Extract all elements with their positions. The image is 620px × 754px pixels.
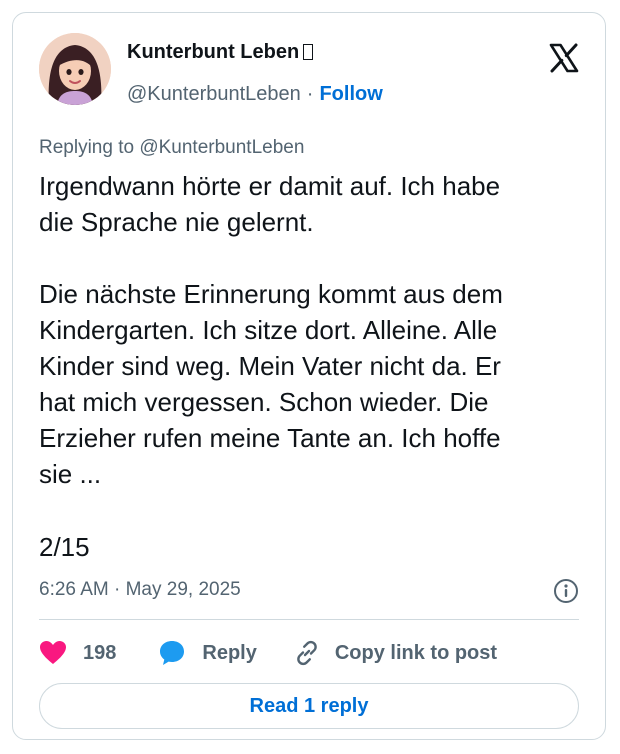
- heart-icon: [40, 641, 66, 664]
- like-button[interactable]: 198: [39, 640, 116, 666]
- like-count: 198: [83, 641, 117, 664]
- x-logo-icon[interactable]: [549, 43, 579, 73]
- link-icon: [297, 640, 317, 666]
- avatar-illustration: [39, 33, 111, 105]
- handle-separator: ·: [306, 83, 314, 105]
- tweet-text: Irgendwann hörte er damit auf. Ich habe …: [39, 171, 503, 489]
- reply-button[interactable]: Reply: [158, 639, 257, 667]
- divider: [39, 619, 579, 620]
- name-emoji-icon: [303, 44, 314, 60]
- copy-link-button[interactable]: Copy link to post: [293, 639, 497, 667]
- avatar[interactable]: [39, 33, 111, 105]
- handle[interactable]: @KunterbuntLeben: [127, 83, 301, 105]
- reply-bubble-icon: [160, 641, 185, 665]
- read-replies-button[interactable]: Read 1 reply: [39, 683, 579, 729]
- tweet-date: May 29, 2025: [125, 579, 241, 600]
- tweet-card: Kunterbunt Leben @KunterbuntLeben · Follow…: [12, 12, 606, 740]
- replying-to[interactable]: Replying to @KunterbuntLeben: [39, 137, 304, 159]
- display-name-text: Kunterbunt Leben: [127, 41, 300, 63]
- handle-row: @KunterbuntLeben · Follow: [127, 83, 383, 106]
- meta-separator: ·: [114, 579, 121, 600]
- copy-link-label: Copy link to post: [334, 641, 498, 664]
- reply-label: Reply: [202, 641, 257, 664]
- read-replies-label: Read 1 reply: [249, 694, 369, 717]
- tweet-time: 6:26 AM: [39, 579, 109, 600]
- thread-count: 2/15: [39, 532, 90, 562]
- display-name[interactable]: Kunterbunt Leben: [127, 41, 314, 64]
- follow-link[interactable]: Follow: [319, 83, 382, 105]
- info-icon[interactable]: [553, 578, 579, 604]
- action-bar: 198 Reply Copy link to post: [39, 636, 497, 670]
- tweet-meta[interactable]: 6:26 AM · May 29, 2025: [39, 579, 241, 601]
